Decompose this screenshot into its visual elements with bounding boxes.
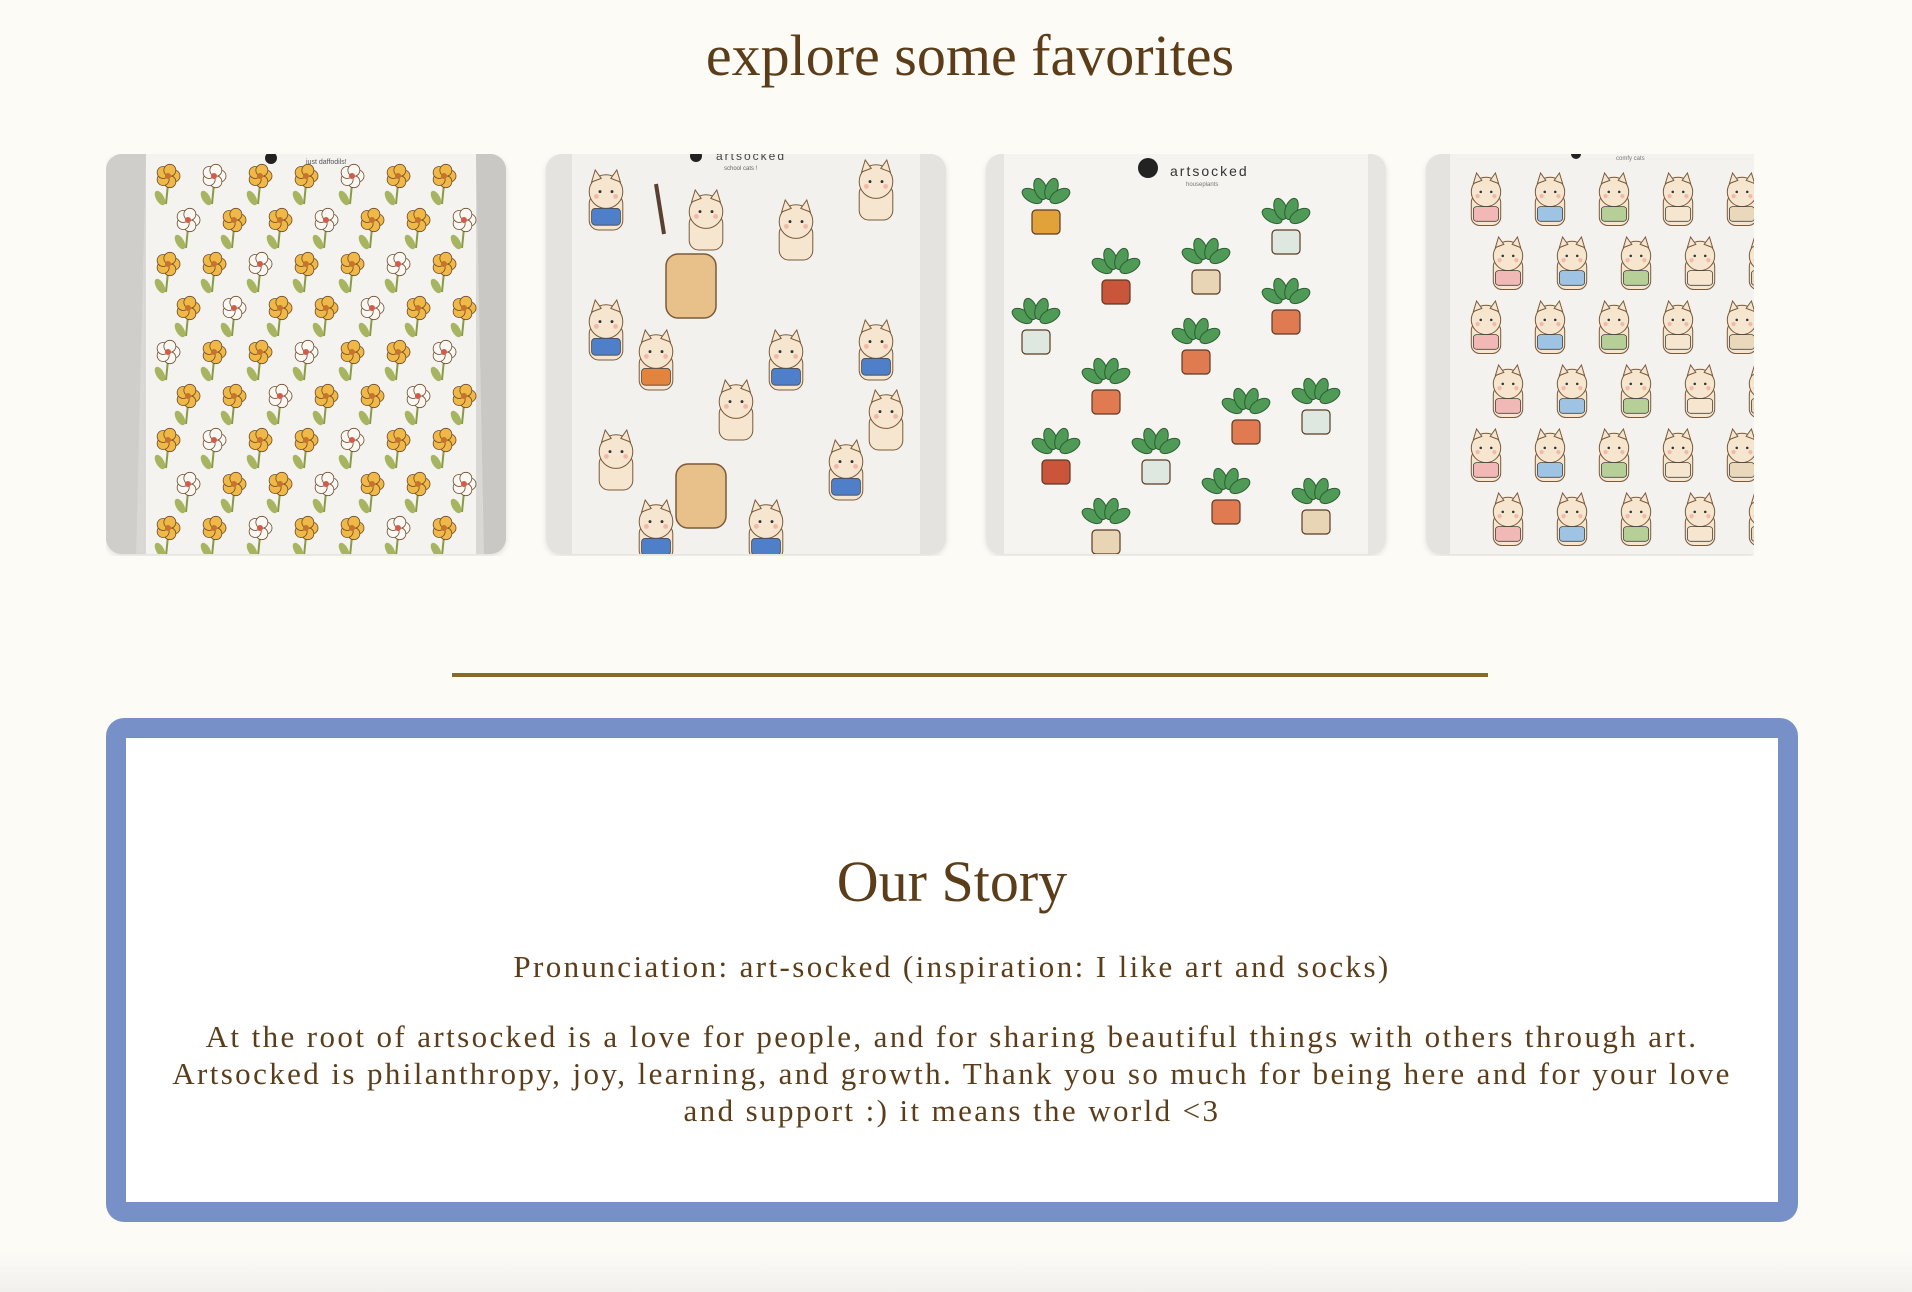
sheet-label: houseplants <box>1186 182 1218 188</box>
page: explore some favorites just daffodils! a… <box>0 0 1912 1292</box>
sheet-label: comfy cats <box>1616 156 1645 162</box>
product-card-comfy-cats[interactable]: comfy cats <box>1426 154 1754 554</box>
product-image-houseplants[interactable]: artsocked houseplants <box>986 154 1386 554</box>
product-image-comfy-cats[interactable]: comfy cats <box>1426 154 1754 554</box>
story-body: At the root of artsocked is a love for p… <box>172 1019 1732 1128</box>
page-bottom-shade <box>0 1252 1912 1292</box>
section-divider <box>452 673 1488 677</box>
our-story-box: Our Story Pronunciation: art-socked (ins… <box>106 718 1798 1222</box>
product-card-daffodils[interactable]: just daffodils! <box>106 154 506 554</box>
sheet-brand: artsocked <box>1170 163 1249 179</box>
favorites-gallery: just daffodils! artsocked school cats ! … <box>106 154 1754 556</box>
product-image-daffodils[interactable]: just daffodils! <box>106 154 506 554</box>
story-pronunciation: Pronunciation: art-socked (inspiration: … <box>513 949 1391 984</box>
sheet-brand: artsocked <box>716 154 786 163</box>
product-card-houseplants[interactable]: artsocked houseplants <box>986 154 1386 554</box>
favorites-heading: explore some favorites <box>705 23 1235 88</box>
product-image-school-cats[interactable]: artsocked school cats ! <box>546 154 946 554</box>
sheet-label: school cats ! <box>724 166 758 172</box>
product-card-school-cats[interactable]: artsocked school cats ! <box>546 154 946 554</box>
story-title: Our Story <box>836 849 1068 914</box>
